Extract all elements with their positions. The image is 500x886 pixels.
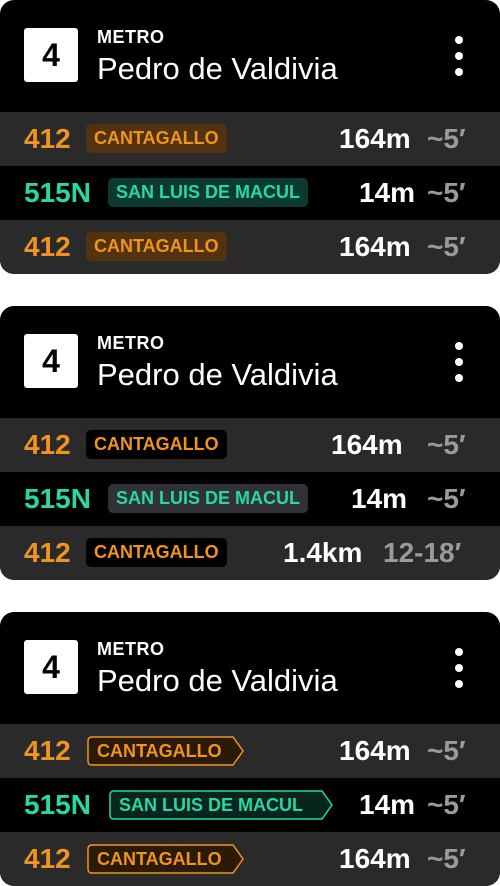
more-vertical-icon[interactable] [452, 36, 466, 76]
arrival-row[interactable]: 412 CANTAGALLO 164m ~5′ [0, 832, 500, 886]
destination-tag: SAN LUIS DE MACUL [108, 484, 308, 513]
card-header: 4 METRO Pedro de Valdivia [0, 612, 500, 724]
line-badge: 4 [24, 28, 78, 82]
distance: 14m [351, 483, 408, 514]
eta: ~5′ [427, 735, 466, 766]
line-badge: 4 [24, 334, 78, 388]
transit-type-label: METRO [97, 27, 165, 47]
more-vertical-icon[interactable] [452, 648, 466, 688]
destination-tag: CANTAGALLO [86, 430, 227, 459]
route-number: 412 [24, 231, 71, 262]
transit-type-label: METRO [97, 639, 165, 659]
distance: 164m [331, 429, 403, 460]
route-number: 412 [24, 843, 71, 874]
destination-label: SAN LUIS DE MACUL [119, 795, 303, 815]
station-name: Pedro de Valdivia [97, 663, 338, 698]
more-vertical-icon[interactable] [452, 342, 466, 382]
card-header: 4 METRO Pedro de Valdivia [0, 0, 500, 112]
eta: 12-18′ [383, 537, 462, 568]
route-number: 515N [24, 789, 91, 820]
destination-tag: CANTAGALLO [86, 538, 227, 567]
destination-label: CANTAGALLO [97, 849, 222, 869]
arrival-row[interactable]: 412 CANTAGALLO 164m ~5′ [0, 220, 500, 274]
eta: ~5′ [427, 789, 466, 820]
arrivals-card: 4 METRO Pedro de Valdivia 412 CANTAGALLO… [0, 612, 500, 886]
arrivals-card: 4 METRO Pedro de Valdivia 412 CANTAGALLO… [0, 0, 500, 274]
eta: ~5′ [427, 483, 466, 514]
destination-label: CANTAGALLO [97, 741, 222, 761]
eta: ~5′ [427, 843, 466, 874]
destination-tag: CANTAGALLO [86, 124, 227, 153]
route-number: 412 [24, 429, 71, 460]
route-number: 515N [24, 483, 91, 514]
eta: ~5′ [427, 429, 466, 460]
distance: 164m [339, 735, 411, 766]
arrival-row[interactable]: 412 CANTAGALLO 164m ~5′ [0, 112, 500, 166]
destination-tag: SAN LUIS DE MACUL [109, 790, 334, 820]
arrival-row[interactable]: 515N SAN LUIS DE MACUL 14m ~5′ [0, 166, 500, 220]
route-number: 412 [24, 537, 71, 568]
distance: 164m [339, 231, 411, 262]
card-header: 4 METRO Pedro de Valdivia [0, 306, 500, 418]
route-number: 515N [24, 177, 91, 208]
station-name: Pedro de Valdivia [97, 51, 338, 86]
arrival-row[interactable]: 515N SAN LUIS DE MACUL 14m ~5′ [0, 472, 500, 526]
arrival-row[interactable]: 412 CANTAGALLO 1.4km 12-18′ [0, 526, 500, 580]
eta: ~5′ [427, 231, 466, 262]
eta: ~5′ [427, 177, 466, 208]
arrival-row[interactable]: 515N SAN LUIS DE MACUL 14m ~5′ [0, 778, 500, 832]
arrivals-card: 4 METRO Pedro de Valdivia 412 CANTAGALLO… [0, 306, 500, 580]
destination-tag: CANTAGALLO [87, 736, 245, 766]
route-number: 412 [24, 123, 71, 154]
transit-type-label: METRO [97, 333, 165, 353]
distance: 14m [359, 789, 416, 820]
destination-tag: SAN LUIS DE MACUL [108, 178, 308, 207]
station-name: Pedro de Valdivia [97, 357, 338, 392]
distance: 164m [339, 843, 411, 874]
route-number: 412 [24, 735, 71, 766]
destination-tag: CANTAGALLO [87, 844, 245, 874]
eta: ~5′ [427, 123, 466, 154]
distance: 14m [359, 177, 416, 208]
distance: 1.4km [283, 537, 363, 568]
destination-tag: CANTAGALLO [86, 232, 227, 261]
line-badge: 4 [24, 640, 78, 694]
arrival-row[interactable]: 412 CANTAGALLO 164m ~5′ [0, 724, 500, 778]
distance: 164m [339, 123, 411, 154]
arrival-row[interactable]: 412 CANTAGALLO 164m ~5′ [0, 418, 500, 472]
